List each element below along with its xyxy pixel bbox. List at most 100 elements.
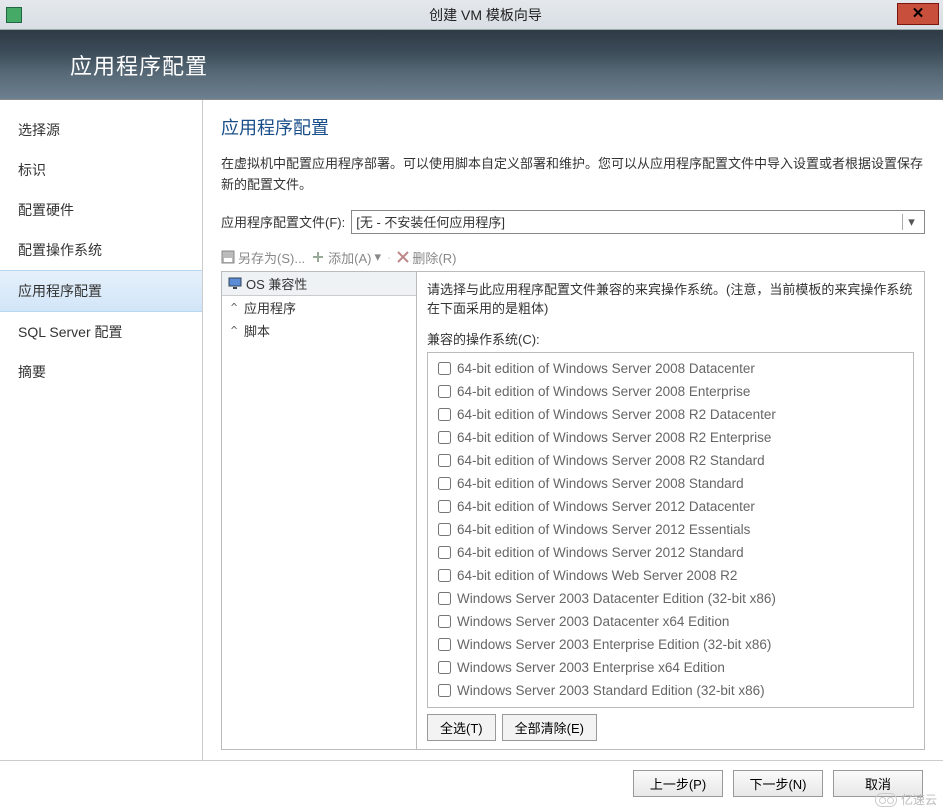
wizard-footer: 上一步(P) 下一步(N) 取消 (0, 760, 943, 806)
os-checkbox-row[interactable]: 64-bit edition of Windows Server 2008 R2… (434, 403, 907, 426)
step-select-source[interactable]: 选择源 (0, 110, 202, 150)
os-checkbox[interactable] (438, 454, 451, 467)
os-label: 64-bit edition of Windows Server 2012 Da… (457, 499, 755, 514)
title-bar: 创建 VM 模板向导 ✕ (0, 0, 943, 30)
os-checkbox-row[interactable]: 64-bit edition of Windows Server 2012 Da… (434, 495, 907, 518)
os-checkbox-row[interactable]: 64-bit edition of Windows Web Server 200… (434, 564, 907, 587)
os-checkbox[interactable] (438, 523, 451, 536)
os-checkbox[interactable] (438, 638, 451, 651)
os-checkbox[interactable] (438, 408, 451, 421)
profile-label: 应用程序配置文件(F): (221, 212, 345, 231)
os-checkbox-row[interactable]: Windows Server 2003 Standard Edition (32… (434, 679, 907, 702)
wizard-steps-sidebar: 选择源 标识 配置硬件 配置操作系统 应用程序配置 SQL Server 配置 … (0, 100, 203, 760)
step-sql-server-config[interactable]: SQL Server 配置 (0, 312, 202, 352)
os-checkbox-row[interactable]: 64-bit edition of Windows Server 2012 St… (434, 541, 907, 564)
os-checkbox[interactable] (438, 615, 451, 628)
os-checkbox[interactable] (438, 684, 451, 697)
os-label: Windows Server 2003 Standard Edition (32… (457, 683, 765, 698)
os-checkbox-row[interactable]: 64-bit edition of Windows Server 2008 R2… (434, 426, 907, 449)
profile-value: [无 - 不安装任何应用程序] (356, 212, 902, 231)
save-as-label: 另存为(S)... (238, 248, 305, 267)
os-checkbox-row[interactable]: 64-bit edition of Windows Server 2008 En… (434, 380, 907, 403)
tree-item-label: 脚本 (244, 321, 270, 340)
select-all-button[interactable]: 全选(T) (427, 714, 496, 741)
plus-icon (311, 250, 325, 264)
tree-item-applications[interactable]: ^ 应用程序 (222, 296, 416, 319)
tree-item-label: 应用程序 (244, 298, 296, 317)
os-label: 64-bit edition of Windows Server 2008 R2… (457, 407, 776, 422)
wizard-body: 选择源 标识 配置硬件 配置操作系统 应用程序配置 SQL Server 配置 … (0, 100, 943, 760)
os-label: 64-bit edition of Windows Server 2008 R2… (457, 430, 771, 445)
profile-row: 应用程序配置文件(F): [无 - 不安装任何应用程序] ▾ (221, 210, 925, 234)
wizard-banner: 应用程序配置 (0, 30, 943, 100)
os-checkbox[interactable] (438, 431, 451, 444)
tree-header-os-compat[interactable]: OS 兼容性 (222, 272, 416, 296)
os-checkbox[interactable] (438, 661, 451, 674)
os-checkbox-row[interactable]: 64-bit edition of Windows Server 2012 Es… (434, 518, 907, 541)
collapse-icon[interactable]: ^ (228, 324, 240, 337)
profile-combobox[interactable]: [无 - 不安装任何应用程序] ▾ (351, 210, 925, 234)
collapse-icon[interactable]: ^ (228, 301, 240, 314)
tree-header-label: OS 兼容性 (246, 274, 307, 293)
os-label: Windows Server 2003 Datacenter Edition (… (457, 591, 776, 606)
os-label: Windows Server 2003 Datacenter x64 Editi… (457, 614, 729, 629)
save-icon (221, 250, 235, 264)
os-label: 64-bit edition of Windows Server 2012 St… (457, 545, 744, 560)
page-description: 在虚拟机中配置应用程序部署。可以使用脚本自定义部署和维护。您可以从应用程序配置文… (221, 154, 925, 196)
clear-all-button[interactable]: 全部清除(E) (502, 714, 597, 741)
os-checkbox-row[interactable]: 64-bit edition of Windows Server 2008 St… (434, 472, 907, 495)
add-label: 添加(A) (328, 248, 371, 267)
main-panel: 应用程序配置 在虚拟机中配置应用程序部署。可以使用脚本自定义部署和维护。您可以从… (203, 100, 943, 760)
os-checkbox[interactable] (438, 500, 451, 513)
os-checkbox-row[interactable]: Windows Server 2003 Enterprise x64 Editi… (434, 656, 907, 679)
monitor-icon (228, 276, 242, 290)
os-checkbox-row[interactable]: Windows Server 2003 Datacenter Edition (… (434, 587, 907, 610)
os-label: Windows Server 2003 Enterprise x64 Editi… (457, 660, 725, 675)
os-checkbox-row[interactable]: Windows Server 2003 Enterprise Edition (… (434, 633, 907, 656)
remove-label: 删除(R) (412, 248, 456, 267)
close-button[interactable]: ✕ (897, 3, 939, 25)
os-checkbox-row[interactable]: Windows Server 2003 Datacenter x64 Editi… (434, 610, 907, 633)
os-checkbox-row[interactable]: 64-bit edition of Windows Server 2008 R2… (434, 449, 907, 472)
os-label: 64-bit edition of Windows Web Server 200… (457, 568, 737, 583)
cancel-button[interactable]: 取消 (833, 770, 923, 797)
tree-item-scripts[interactable]: ^ 脚本 (222, 319, 416, 342)
app-icon (6, 7, 22, 23)
os-label: Windows Server 2003 Enterprise Edition (… (457, 637, 771, 652)
chevron-down-icon: ▾ (902, 214, 920, 230)
step-configure-hardware[interactable]: 配置硬件 (0, 190, 202, 230)
instruction-text: 请选择与此应用程序配置文件兼容的来宾操作系统。(注意，当前模板的来宾操作系统在下… (427, 280, 914, 319)
os-checkbox[interactable] (438, 546, 451, 559)
os-label: 64-bit edition of Windows Server 2008 En… (457, 384, 750, 399)
os-label: 64-bit edition of Windows Server 2008 Da… (457, 361, 755, 376)
step-application-config[interactable]: 应用程序配置 (0, 270, 202, 312)
os-checkbox[interactable] (438, 477, 451, 490)
os-list-box[interactable]: 64-bit edition of Windows Server 2008 Da… (427, 352, 914, 708)
os-checkbox[interactable] (438, 362, 451, 375)
os-checkbox[interactable] (438, 592, 451, 605)
os-label: 64-bit edition of Windows Server 2008 R2… (457, 453, 765, 468)
page-title: 应用程序配置 (221, 114, 925, 140)
step-configure-os[interactable]: 配置操作系统 (0, 230, 202, 270)
os-button-row: 全选(T) 全部清除(E) (427, 714, 914, 741)
previous-button[interactable]: 上一步(P) (633, 770, 723, 797)
os-checkbox[interactable] (438, 385, 451, 398)
next-button[interactable]: 下一步(N) (733, 770, 823, 797)
profile-toolbar: 另存为(S)... 添加(A) ▾ · 删除(R) (221, 248, 925, 267)
window-title: 创建 VM 模板向导 (28, 5, 943, 25)
split-area: OS 兼容性 ^ 应用程序 ^ 脚本 请选择与此应用程序配置文件兼容的来宾操作系… (221, 271, 925, 750)
os-list-label: 兼容的操作系统(C): (427, 329, 914, 348)
os-label: 64-bit edition of Windows Server 2012 Es… (457, 522, 750, 537)
chevron-down-icon: ▾ (375, 249, 382, 265)
os-checkbox[interactable] (438, 569, 451, 582)
detail-pane: 请选择与此应用程序配置文件兼容的来宾操作系统。(注意，当前模板的来宾操作系统在下… (417, 272, 924, 749)
os-label: 64-bit edition of Windows Server 2008 St… (457, 476, 744, 491)
os-checkbox-row[interactable]: 64-bit edition of Windows Server 2008 Da… (434, 357, 907, 380)
step-identity[interactable]: 标识 (0, 150, 202, 190)
step-summary[interactable]: 摘要 (0, 352, 202, 392)
save-as-button[interactable]: 另存为(S)... (221, 248, 305, 267)
separator: · (387, 250, 391, 265)
add-button[interactable]: 添加(A) ▾ (311, 248, 381, 267)
config-tree: OS 兼容性 ^ 应用程序 ^ 脚本 (222, 272, 417, 749)
remove-button[interactable]: 删除(R) (397, 248, 456, 267)
